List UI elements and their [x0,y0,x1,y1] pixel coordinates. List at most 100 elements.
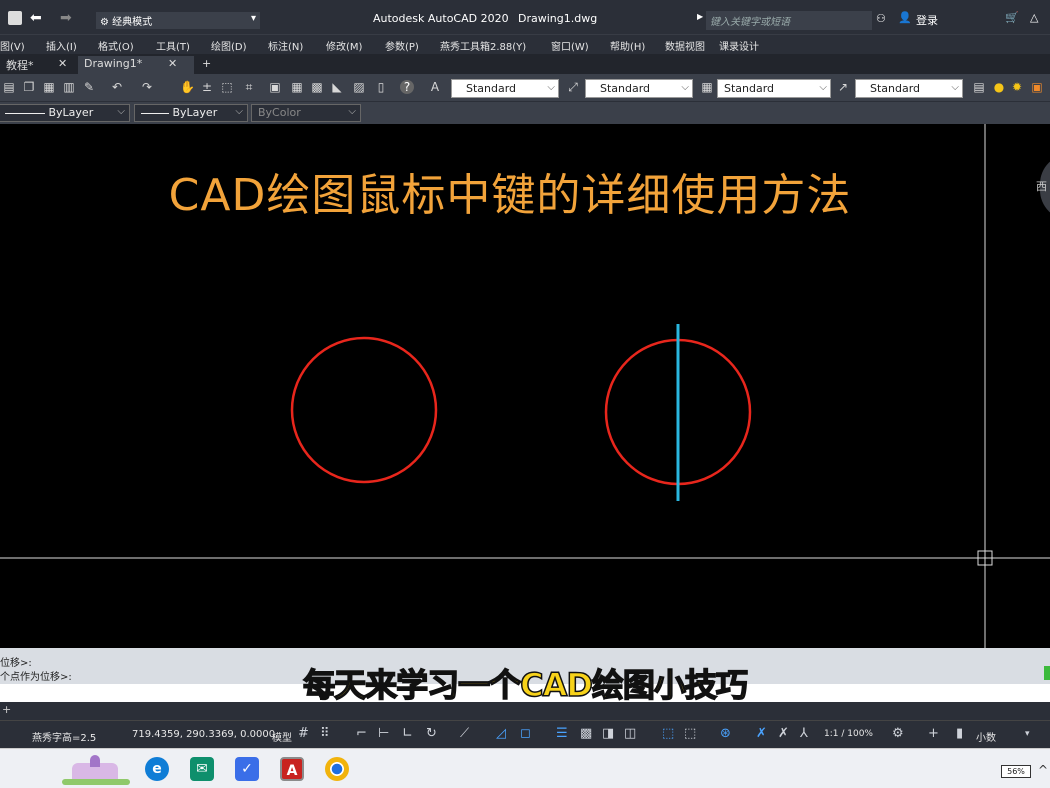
menu-data-view[interactable]: 数据视图 [665,38,705,53]
tab-drawing1[interactable]: Drawing1* ✕ [78,56,194,74]
object-snap-icon[interactable]: ◻ [520,727,531,741]
binoculars-icon[interactable]: ⚇ [876,12,886,25]
menu-view[interactable]: 图(V) [0,38,25,53]
isodraft-icon[interactable]: ⟋ [460,727,469,741]
zoom-realtime-icon[interactable]: ± [200,80,214,94]
menu-draw[interactable]: 绘图(D) [211,38,247,53]
castle-widget-icon[interactable] [62,753,130,787]
table-style-icon[interactable]: ▦ [700,80,714,94]
transparency-icon[interactable]: ▩ [580,727,592,741]
user-icon[interactable]: 👤 [898,11,912,24]
calculator-icon[interactable]: ▯ [374,80,388,94]
bulb-icon[interactable]: ● [992,80,1006,94]
triangle-icon[interactable]: △ [1030,11,1038,24]
annotation-scale-value[interactable]: 1:1 / 100% [824,729,873,739]
markup-icon[interactable]: ▨ [352,80,366,94]
login-button[interactable]: 登录 [916,12,938,28]
left-circle[interactable] [290,336,438,484]
zoom-window-icon[interactable]: ⬚ [220,80,234,94]
redo-icon[interactable]: ↷ [140,80,154,94]
properties-icon[interactable]: ▣ [268,80,282,94]
menu-tools[interactable]: 工具(T) [156,38,190,53]
3d-osnap-icon[interactable]: ◫ [624,727,636,741]
infer-icon[interactable]: ⌐ [356,727,367,741]
coordinates-display[interactable]: 719.4359, 290.3369, 0.0000 [132,729,275,740]
drawing-canvas[interactable]: CAD绘图鼠标中键的详细使用方法 西 [0,124,1050,648]
menu-insert[interactable]: 插入(I) [46,38,77,53]
match-icon[interactable]: ▥ [62,80,76,94]
close-icon[interactable]: ✕ [168,57,177,70]
undo-icon[interactable]: ↶ [110,80,124,94]
paste-icon[interactable]: ▦ [42,80,56,94]
chevron-up-icon[interactable]: ^ [1038,763,1048,777]
units-icon[interactable]: ▮ [956,727,963,741]
battery-indicator[interactable]: 56% [1001,765,1031,778]
snap-icon[interactable]: ⠿ [320,727,330,741]
zoom-previous-icon[interactable]: ⌗ [242,80,256,94]
mleader-style-select[interactable]: Standard ⌵ [855,79,963,98]
dim-style-select[interactable]: Standard ⌵ [585,79,693,98]
cart-icon[interactable]: 🛒 [1005,11,1019,24]
text-style-select[interactable]: Standard ⌵ [451,79,559,98]
mleader-style-icon[interactable]: ↗ [836,80,850,94]
text-style-icon[interactable]: A [428,80,442,94]
dynamic-ucs-icon[interactable]: ⬚ [662,727,674,741]
mail-icon[interactable]: ✉ [190,757,214,781]
auto-scale-icon[interactable]: ✗ [778,727,789,741]
menu-help[interactable]: 帮助(H) [610,38,645,53]
gizmo-icon[interactable]: ⊛ [720,727,731,741]
plot-style-select[interactable]: ByColor ⌵ [251,104,361,122]
polar-icon[interactable]: ↻ [426,727,437,741]
sun-icon[interactable]: ✹ [1010,80,1024,94]
redo-icon[interactable]: ➡ [60,10,72,26]
workspace-gear-icon[interactable]: ⚙ [892,727,904,741]
menu-yanxiu[interactable]: 燕秀工具箱2.88(Y) [440,38,526,53]
layer-manager-icon[interactable]: ▤ [972,80,986,94]
workspace-dropdown[interactable]: ⚙ 经典模式 ▾ [96,12,260,29]
app-menu-icon[interactable] [8,11,22,25]
units-value[interactable]: 小数 [976,729,996,744]
teams-icon[interactable]: ✓ [235,757,259,781]
model-space-button[interactable]: 模型 [272,729,292,744]
annotation-scale-icon[interactable]: ⅄ [800,727,808,741]
menu-bar: 图(V) 插入(I) 格式(O) 工具(T) 绘图(D) 标注(N) 修改(M)… [0,34,1050,54]
sheet-set-icon[interactable]: ◣ [330,80,344,94]
autocad-icon[interactable]: A [280,757,304,781]
menu-window[interactable]: 窗口(W) [551,38,589,53]
design-center-icon[interactable]: ▦ [290,80,304,94]
help-icon[interactable]: ? [400,80,414,94]
annotation-visibility-icon[interactable]: ✗ [756,727,767,741]
menu-dimension[interactable]: 标注(N) [268,38,303,53]
tool-palette-icon[interactable]: ▩ [310,80,324,94]
chevron-down-icon[interactable]: ▾ [1025,727,1030,741]
freeze-icon[interactable]: ▣ [1030,80,1044,94]
object-snap-tracking-icon[interactable]: ◿ [496,727,506,741]
table-style-select[interactable]: Standard ⌵ [717,79,831,98]
menu-format[interactable]: 格式(O) [98,38,134,53]
edge-icon[interactable]: e [145,757,169,781]
search-input[interactable]: 键入关键字或短语 [706,11,872,30]
undo-icon[interactable]: ⬅ [30,10,42,26]
linetype-select[interactable]: ByLayer ⌵ [0,104,130,122]
menu-modify[interactable]: 修改(M) [326,38,362,53]
dynamic-input-icon[interactable]: ⊢ [378,727,389,741]
add-layout-icon[interactable]: + [2,703,11,716]
close-icon[interactable]: ✕ [58,57,67,70]
dim-style-icon[interactable]: ⤢ [566,80,580,94]
layer-icon[interactable]: ▤ [2,80,16,94]
menu-parametric[interactable]: 参数(P) [385,38,419,53]
grid-icon[interactable]: # [298,727,309,741]
brush-icon[interactable]: ✎ [82,80,96,94]
chrome-icon[interactable] [325,757,349,781]
text-height-status[interactable]: 燕秀字高=2.5 [32,729,96,744]
lineweight-select[interactable]: ByLayer ⌵ [134,104,248,122]
pan-icon[interactable]: ✋ [180,80,195,94]
new-tab-button[interactable]: + [196,56,217,74]
annotation-monitor-icon[interactable]: + [928,727,939,741]
selection-cycling-icon[interactable]: ◨ [602,727,614,741]
menu-course[interactable]: 课录设计 [719,38,759,53]
lineweight-icon[interactable]: ☰ [556,727,568,741]
copy-icon[interactable]: ❐ [22,80,36,94]
ortho-icon[interactable]: ∟ [402,727,413,741]
selection-filter-icon[interactable]: ⬚ [684,727,696,741]
